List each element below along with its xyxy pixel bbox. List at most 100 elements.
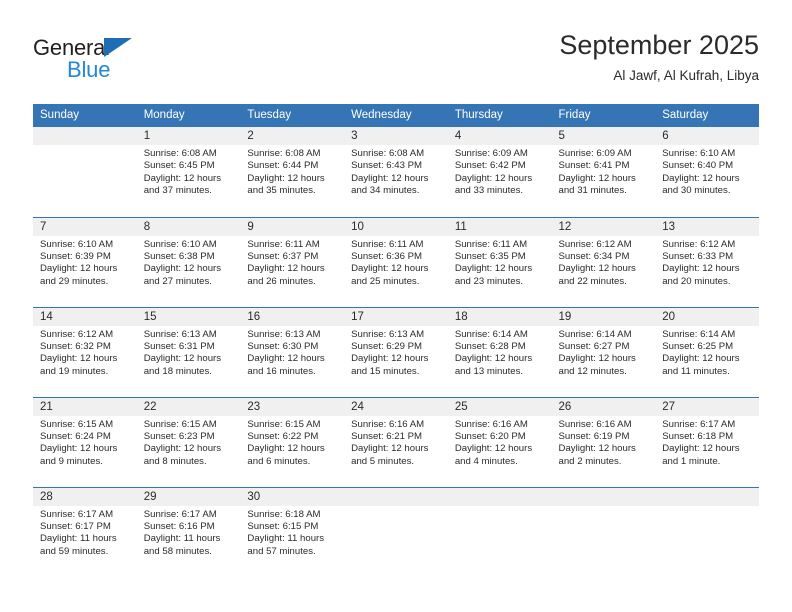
calendar-day-cell[interactable]: 13 Sunrise: 6:12 AM Sunset: 6:33 PM Dayligh… bbox=[655, 216, 759, 307]
calendar-day-cell[interactable] bbox=[551, 486, 656, 577]
calendar-day-cell[interactable]: 6 Sunrise: 6:10 AM Sunset: 6:40 PM Daylight… bbox=[655, 127, 759, 217]
calendar-day-cell[interactable]: 30 Sunrise: 6:18 AM Sunset: 6:15 PM Dayligh… bbox=[240, 486, 345, 577]
calendar-day-cell[interactable]: 20 Sunrise: 6:14 AM Sunset: 6:25 PM Dayligh… bbox=[655, 306, 759, 397]
day-number: 20 bbox=[655, 307, 759, 326]
sunset-text: Sunset: 6:35 PM bbox=[454, 250, 526, 262]
triangle-icon bbox=[104, 38, 132, 57]
sunset-text: Sunset: 6:17 PM bbox=[40, 520, 111, 532]
daylight-text-line1: Daylight: 12 hours bbox=[351, 172, 429, 184]
calendar-day-cell[interactable] bbox=[33, 127, 137, 217]
sunset-text: Sunset: 6:43 PM bbox=[351, 160, 423, 172]
daylight-text-line1: Daylight: 12 hours bbox=[558, 263, 636, 275]
daylight-text-line2: and 25 minutes. bbox=[351, 275, 420, 287]
sunrise-text: Sunrise: 6:11 AM bbox=[351, 238, 424, 250]
calendar-day-cell[interactable]: 21 Sunrise: 6:15 AM Sunset: 6:24 PM Dayligh… bbox=[33, 396, 137, 487]
calendar-day-cell[interactable]: 17 Sunrise: 6:13 AM Sunset: 6:29 PM Dayligh… bbox=[344, 306, 448, 397]
sunset-text: Sunset: 6:38 PM bbox=[143, 250, 215, 262]
calendar-day-cell[interactable]: 28 Sunrise: 6:17 AM Sunset: 6:17 PM Dayligh… bbox=[33, 486, 137, 577]
calendar-day-cell[interactable]: 12 Sunrise: 6:12 AM Sunset: 6:34 PM Dayligh… bbox=[551, 216, 656, 307]
daylight-text-line2: and 2 minutes. bbox=[558, 455, 622, 467]
calendar-week-row: 28 Sunrise: 6:17 AM Sunset: 6:17 PM Dayligh… bbox=[33, 486, 759, 577]
day-details: Sunrise: 6:14 AM Sunset: 6:25 PM Daylight:… bbox=[655, 326, 759, 379]
sunset-text: Sunset: 6:37 PM bbox=[247, 250, 319, 262]
calendar-day-cell[interactable]: 15 Sunrise: 6:13 AM Sunset: 6:31 PM Dayligh… bbox=[136, 306, 241, 397]
calendar-day-cell[interactable]: 16 Sunrise: 6:13 AM Sunset: 6:30 PM Dayligh… bbox=[240, 306, 345, 397]
calendar-day-cell[interactable]: 25 Sunrise: 6:16 AM Sunset: 6:20 PM Dayligh… bbox=[447, 396, 552, 487]
calendar-day-cell[interactable]: 18 Sunrise: 6:14 AM Sunset: 6:28 PM Dayligh… bbox=[447, 306, 552, 397]
day-number: 9 bbox=[240, 217, 345, 236]
day-number bbox=[551, 487, 656, 506]
calendar-day-cell[interactable]: 4 Sunrise: 6:09 AM Sunset: 6:42 PM Daylight… bbox=[447, 127, 552, 217]
calendar-day-cell[interactable]: 7 Sunrise: 6:10 AM Sunset: 6:39 PM Daylight… bbox=[33, 216, 137, 307]
sunset-text: Sunset: 6:21 PM bbox=[351, 430, 423, 442]
calendar-day-cell[interactable]: 5 Sunrise: 6:09 AM Sunset: 6:41 PM Daylight… bbox=[551, 127, 656, 217]
daylight-text-line1: Daylight: 12 hours bbox=[351, 443, 429, 455]
general-blue-logo[interactable]: General Blue bbox=[33, 36, 183, 88]
daylight-text-line1: Daylight: 12 hours bbox=[40, 263, 118, 275]
calendar-day-cell[interactable]: 19 Sunrise: 6:14 AM Sunset: 6:27 PM Dayligh… bbox=[551, 306, 656, 397]
calendar-day-cell[interactable]: 1 Sunrise: 6:08 AM Sunset: 6:45 PM Daylight… bbox=[136, 127, 241, 217]
calendar-day-cell[interactable]: 8 Sunrise: 6:10 AM Sunset: 6:38 PM Daylight… bbox=[136, 216, 241, 307]
day-number: 30 bbox=[240, 487, 345, 506]
daylight-text-line1: Daylight: 12 hours bbox=[40, 443, 118, 455]
page-title: September 2025 bbox=[559, 30, 759, 60]
calendar-day-cell[interactable]: 22 Sunrise: 6:15 AM Sunset: 6:23 PM Dayligh… bbox=[136, 396, 241, 487]
daylight-text-line2: and 1 minute. bbox=[662, 455, 721, 467]
sunset-text: Sunset: 6:22 PM bbox=[247, 430, 319, 442]
calendar-day-cell[interactable]: 23 Sunrise: 6:15 AM Sunset: 6:22 PM Dayligh… bbox=[240, 396, 345, 487]
sunrise-text: Sunrise: 6:16 AM bbox=[454, 418, 528, 430]
calendar-day-cell[interactable]: 14 Sunrise: 6:12 AM Sunset: 6:32 PM Dayligh… bbox=[33, 306, 137, 397]
calendar-day-cell[interactable]: 26 Sunrise: 6:16 AM Sunset: 6:19 PM Dayligh… bbox=[551, 396, 656, 487]
calendar-body: 1 Sunrise: 6:08 AM Sunset: 6:45 PM Daylight… bbox=[33, 127, 759, 577]
daylight-text-line2: and 12 minutes. bbox=[558, 365, 627, 377]
sunset-text: Sunset: 6:20 PM bbox=[454, 430, 526, 442]
sunrise-text: Sunrise: 6:17 AM bbox=[143, 508, 217, 520]
daylight-text-line2: and 27 minutes. bbox=[143, 275, 212, 287]
day-details: Sunrise: 6:14 AM Sunset: 6:28 PM Daylight:… bbox=[448, 326, 552, 379]
day-number: 10 bbox=[344, 217, 448, 236]
daylight-text-line2: and 33 minutes. bbox=[454, 185, 524, 197]
day-details: Sunrise: 6:17 AM Sunset: 6:17 PM Daylight:… bbox=[33, 506, 137, 559]
sunrise-text: Sunrise: 6:11 AM bbox=[247, 238, 320, 250]
sunset-text: Sunset: 6:45 PM bbox=[143, 160, 215, 172]
column-header-sunday: Sunday bbox=[33, 104, 137, 127]
calendar-day-cell[interactable]: 11 Sunrise: 6:11 AM Sunset: 6:35 PM Dayligh… bbox=[447, 216, 552, 307]
daylight-text-line2: and 57 minutes. bbox=[247, 545, 316, 557]
sunset-text: Sunset: 6:29 PM bbox=[351, 340, 423, 352]
sunrise-text: Sunrise: 6:10 AM bbox=[662, 148, 736, 159]
calendar-day-cell[interactable] bbox=[655, 486, 759, 577]
sunset-text: Sunset: 6:19 PM bbox=[558, 430, 630, 442]
sunset-text: Sunset: 6:27 PM bbox=[558, 340, 630, 352]
calendar-day-cell[interactable] bbox=[344, 486, 448, 577]
sunset-text: Sunset: 6:23 PM bbox=[143, 430, 215, 442]
day-number: 26 bbox=[551, 397, 656, 416]
logo-text-blue: Blue bbox=[67, 57, 111, 82]
column-header-tuesday: Tuesday bbox=[240, 104, 345, 127]
daylight-text-line1: Daylight: 12 hours bbox=[143, 353, 222, 365]
column-header-thursday: Thursday bbox=[447, 104, 552, 127]
daylight-text-line2: and 13 minutes. bbox=[454, 365, 524, 377]
day-details: Sunrise: 6:11 AM Sunset: 6:36 PM Daylight:… bbox=[344, 236, 448, 289]
calendar-table: Sunday Monday Tuesday Wednesday Thursday… bbox=[33, 104, 759, 577]
sunrise-text: Sunrise: 6:16 AM bbox=[351, 418, 425, 430]
day-number: 8 bbox=[136, 217, 241, 236]
calendar-day-cell[interactable]: 9 Sunrise: 6:11 AM Sunset: 6:37 PM Daylight… bbox=[240, 216, 345, 307]
calendar-day-cell[interactable]: 29 Sunrise: 6:17 AM Sunset: 6:16 PM Dayligh… bbox=[136, 486, 241, 577]
calendar-day-cell[interactable]: 10 Sunrise: 6:11 AM Sunset: 6:36 PM Dayligh… bbox=[344, 216, 448, 307]
day-number: 2 bbox=[240, 127, 345, 145]
sunrise-text: Sunrise: 6:11 AM bbox=[454, 238, 528, 250]
calendar-day-cell[interactable]: 3 Sunrise: 6:08 AM Sunset: 6:43 PM Daylight… bbox=[344, 127, 448, 217]
day-number: 23 bbox=[240, 397, 345, 416]
calendar-day-cell[interactable]: 24 Sunrise: 6:16 AM Sunset: 6:21 PM Dayligh… bbox=[344, 396, 448, 487]
daylight-text-line1: Daylight: 12 hours bbox=[454, 172, 533, 184]
day-details: Sunrise: 6:12 AM Sunset: 6:33 PM Daylight:… bbox=[655, 236, 759, 289]
calendar-week-row: 1 Sunrise: 6:08 AM Sunset: 6:45 PM Daylight… bbox=[33, 127, 759, 217]
sunset-text: Sunset: 6:31 PM bbox=[143, 340, 215, 352]
calendar-day-cell[interactable]: 2 Sunrise: 6:08 AM Sunset: 6:44 PM Daylight… bbox=[240, 127, 345, 217]
calendar-day-cell[interactable] bbox=[447, 486, 552, 577]
sunrise-text: Sunrise: 6:15 AM bbox=[143, 418, 217, 430]
day-number: 22 bbox=[136, 397, 241, 416]
day-details: Sunrise: 6:16 AM Sunset: 6:19 PM Daylight:… bbox=[552, 416, 656, 469]
calendar-day-cell[interactable]: 27 Sunrise: 6:17 AM Sunset: 6:18 PM Dayligh… bbox=[655, 396, 759, 487]
day-number: 25 bbox=[447, 397, 552, 416]
